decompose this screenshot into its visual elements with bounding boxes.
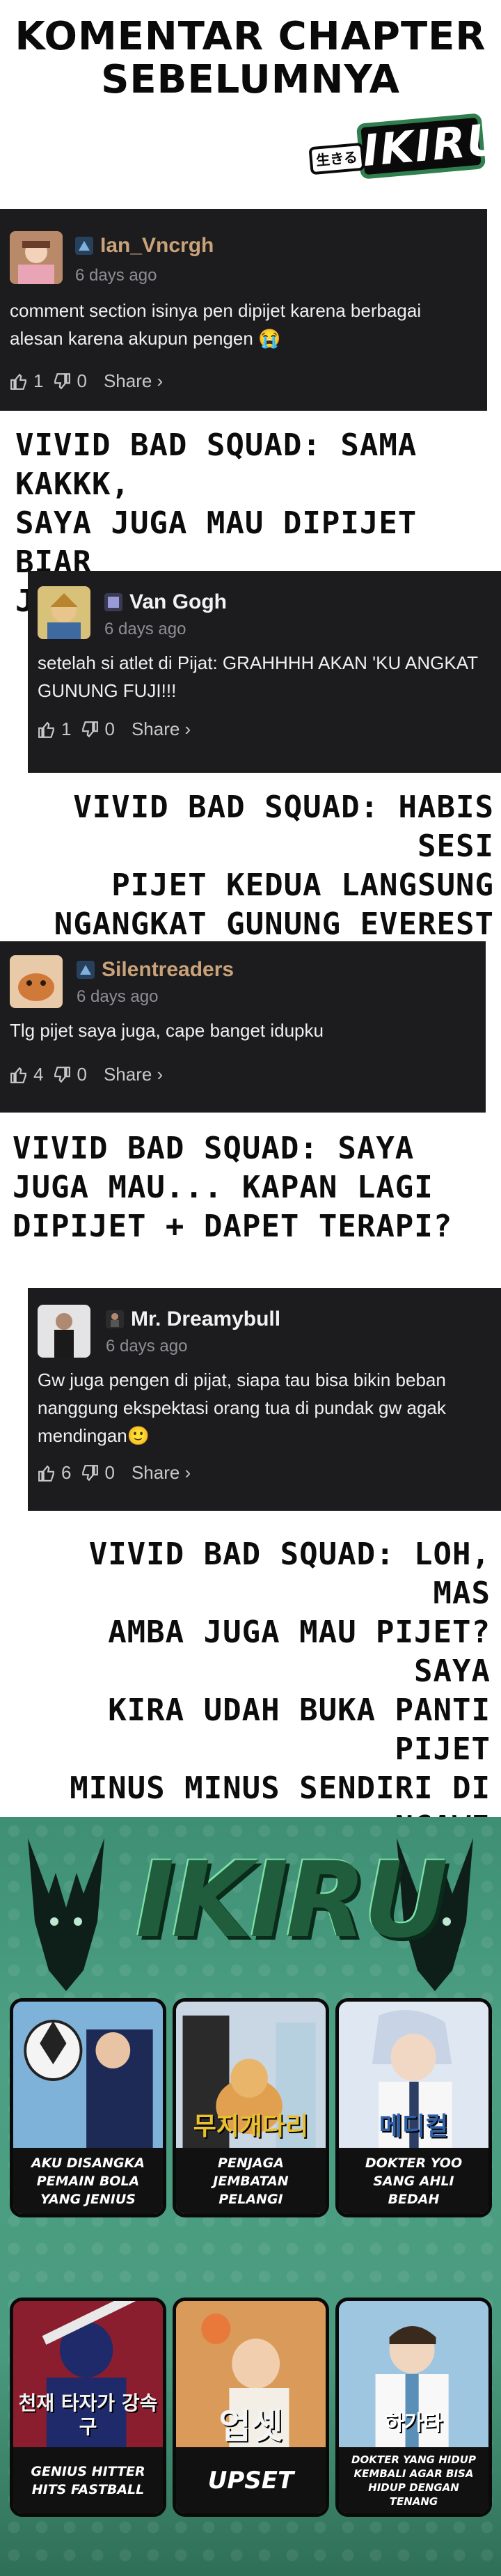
thumbs-down-icon [54, 372, 71, 389]
reply-text: VIVID BAD SQUAD: LOH, MAS AMBA JUGA MAU … [70, 1537, 491, 1845]
like-button[interactable]: 1 [38, 718, 71, 740]
dislike-button[interactable]: 0 [81, 1462, 115, 1484]
tile-overlay-text: 업셋 [218, 2406, 283, 2447]
dislike-count: 0 [77, 370, 87, 391]
avatar [38, 1305, 90, 1358]
dislike-button[interactable]: 0 [53, 370, 87, 392]
timestamp: 6 days ago [77, 987, 159, 1006]
thumbs-down-icon [82, 1464, 99, 1481]
thumbs-up-icon [10, 373, 26, 390]
share-button[interactable]: Share › [132, 1462, 191, 1484]
like-count: 6 [61, 1462, 72, 1483]
header: KOMENTAR CHAPTER SEBELUMNYA IKIRU 生きる [0, 0, 501, 188]
comment-text: Tlg pijet saya juga, cape banget idupku [10, 1020, 324, 1041]
tile-title: UPSET [176, 2447, 326, 2513]
reply-text: VIVID BAD SQUAD: SAYA JUGA MAU... KAPAN … [13, 1131, 453, 1244]
user-row: Ian_Vncrgh [75, 234, 214, 258]
avatar-image [10, 231, 63, 284]
username[interactable]: Silentreaders [102, 958, 234, 982]
avatar [10, 231, 63, 284]
rank-icon [106, 1310, 124, 1328]
avatar-image [38, 1305, 90, 1358]
page-title: KOMENTAR CHAPTER SEBELUMNYA [15, 14, 486, 102]
anubis-icon [28, 1838, 104, 1991]
promo-logo: IKIRU [136, 1840, 448, 1961]
dislike-count: 0 [104, 718, 115, 739]
like-count: 4 [33, 1064, 44, 1085]
tile-title: DOKTER YANG HIDUP KEMBALI AGAR BISA HIDU… [339, 2447, 488, 2513]
user-row: Silentreaders [77, 958, 234, 982]
comment-card: Ian_Vncrgh 6 days ago comment section is… [0, 209, 487, 411]
logo-text: IKIRU [356, 113, 501, 180]
username[interactable]: Ian_Vncrgh [100, 234, 214, 258]
comment-text: comment section isinya pen dipijet karen… [10, 300, 422, 349]
tile-overlay-text: 무지개다리 [193, 2112, 309, 2141]
manga-tile[interactable]: AKU DISANGKA PEMAIN BOLA YANG JENIUS [10, 1998, 166, 2217]
comment-actions: 4 0 Share › [10, 1064, 163, 1085]
timestamp: 6 days ago [106, 1337, 188, 1356]
dislike-button[interactable]: 0 [53, 1064, 87, 1085]
tile-art [13, 2002, 163, 2148]
manga-tile[interactable]: 천재 타자가 강속구 GENIUS HITTER HITS FASTBALL [10, 2298, 166, 2517]
tile-title: PENJAGA JEMBATAN PELANGI [176, 2148, 326, 2214]
dislike-count: 0 [77, 1064, 87, 1085]
manga-tile[interactable]: 무지개다리 PENJAGA JEMBATAN PELANGI [173, 1998, 329, 2217]
reply-text: VIVID BAD SQUAD: HABIS SESI PIJET KEDUA … [54, 790, 494, 942]
logo-jp-text: 生きる [308, 142, 365, 175]
page: KOMENTAR CHAPTER SEBELUMNYA IKIRU 生きる Ia… [0, 0, 501, 2576]
comment-card: Van Gogh 6 days ago setelah si atlet di … [28, 571, 501, 773]
username[interactable]: Van Gogh [129, 590, 227, 614]
like-button[interactable]: 1 [10, 370, 43, 392]
comment-actions: 1 0 Share › [10, 370, 163, 392]
manga-tile[interactable]: 하가타 DOKTER YANG HIDUP KEMBALI AGAR BISA … [335, 2298, 492, 2517]
like-button[interactable]: 6 [38, 1462, 71, 1484]
like-button[interactable]: 4 [10, 1064, 43, 1085]
thumbs-up-icon [10, 1067, 26, 1083]
share-button[interactable]: Share › [132, 718, 191, 740]
share-button[interactable]: Share › [104, 370, 163, 392]
rank-icon [77, 961, 95, 979]
tile-title: AKU DISANGKA PEMAIN BOLA YANG JENIUS [13, 2148, 163, 2214]
thumbs-down-icon [54, 1066, 71, 1083]
comment-card: Silentreaders 6 days ago Tlg pijet saya … [0, 941, 486, 1113]
ikiru-logo: IKIRU 生きる [308, 111, 501, 181]
tile-overlay-text: 천재 타자가 강속구 [18, 2392, 158, 2438]
dislike-count: 0 [104, 1462, 115, 1483]
comment-card: Mr. Dreamybull 6 days ago Gw juga pengen… [28, 1288, 501, 1511]
like-count: 1 [61, 718, 72, 739]
timestamp: 6 days ago [75, 266, 157, 285]
comment-text: setelah si atlet di Pijat: GRAHHHH AKAN … [38, 652, 478, 701]
manga-tile[interactable]: 업셋 UPSET [173, 2298, 329, 2517]
comment-text: Gw juga pengen di pijat, siapa tau bisa … [38, 1369, 446, 1446]
dislike-button[interactable]: 0 [81, 718, 115, 740]
promo-banner: IKIRU AKU DISANGKA PEMAIN BOLA YANG JENI… [0, 1817, 501, 2576]
user-row: Van Gogh [104, 590, 227, 614]
avatar-image [38, 586, 90, 639]
like-count: 1 [33, 370, 44, 391]
tile-title: GENIUS HITTER HITS FASTBALL [13, 2447, 163, 2513]
rank-icon [75, 237, 93, 255]
avatar-image [10, 955, 63, 1008]
comment-actions: 1 0 Share › [38, 718, 191, 740]
timestamp: 6 days ago [104, 620, 186, 638]
tile-title: DOKTER YOO SANG AHLI BEDAH [339, 2148, 488, 2214]
username[interactable]: Mr. Dreamybull [131, 1307, 280, 1331]
user-row: Mr. Dreamybull [106, 1307, 280, 1331]
tile-overlay-text: 메디컬 [379, 2112, 449, 2141]
thumbs-up-icon [38, 721, 54, 738]
manga-tile[interactable]: 메디컬 DOKTER YOO SANG AHLI BEDAH [335, 1998, 492, 2217]
rank-icon [104, 593, 122, 611]
thumbs-down-icon [82, 721, 99, 737]
share-button[interactable]: Share › [104, 1064, 163, 1085]
tile-overlay-text: 하가타 [385, 2411, 443, 2435]
avatar [38, 586, 90, 639]
avatar [10, 955, 63, 1008]
comment-actions: 6 0 Share › [38, 1462, 191, 1484]
thumbs-up-icon [38, 1465, 54, 1482]
